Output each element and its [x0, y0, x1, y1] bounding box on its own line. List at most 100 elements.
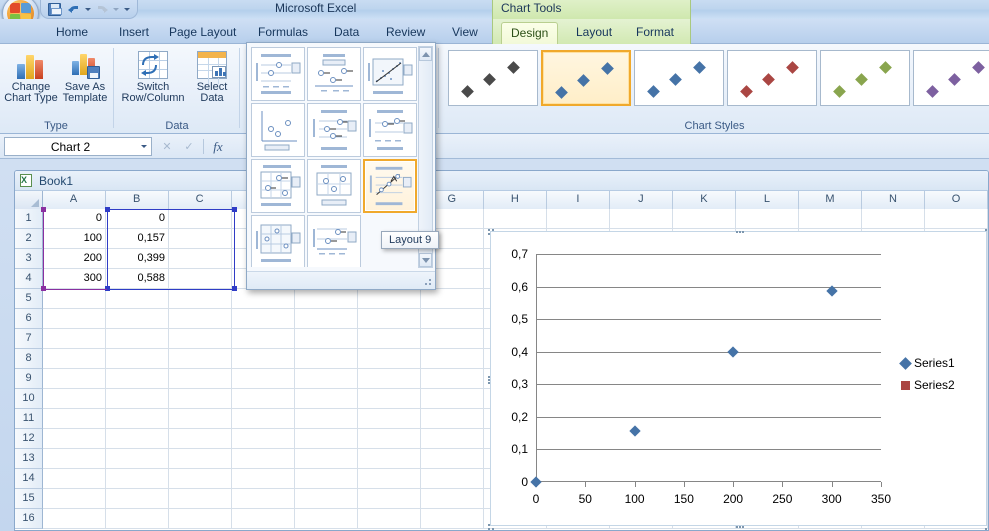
select-all-button[interactable]: [15, 191, 43, 209]
cell-e11[interactable]: [295, 409, 358, 429]
redo-button[interactable]: [93, 1, 110, 17]
row-header-14[interactable]: 14: [15, 469, 43, 489]
cell-e14[interactable]: [295, 469, 358, 489]
chart-style-thumb-1[interactable]: [448, 50, 538, 106]
cell-a7[interactable]: [43, 329, 106, 349]
cell-n1[interactable]: [862, 209, 925, 229]
chart-layout-thumb-7[interactable]: [251, 159, 305, 213]
cell-f15[interactable]: [358, 489, 421, 509]
data-point[interactable]: [628, 425, 641, 437]
cell-a9[interactable]: [43, 369, 106, 389]
cell-b13[interactable]: [106, 449, 169, 469]
cell-a15[interactable]: [43, 489, 106, 509]
cell-a13[interactable]: [43, 449, 106, 469]
cell-a5[interactable]: [43, 289, 106, 309]
cell-b7[interactable]: [106, 329, 169, 349]
tab-data[interactable]: Data: [325, 22, 368, 44]
cell-d7[interactable]: [232, 329, 295, 349]
cell-g15[interactable]: [421, 489, 484, 509]
name-box-dropdown-arrow[interactable]: [136, 145, 151, 148]
cell-d5[interactable]: [232, 289, 295, 309]
cell-f6[interactable]: [358, 309, 421, 329]
cell-d14[interactable]: [232, 469, 295, 489]
save-as-template-button[interactable]: Save As Template: [56, 48, 114, 114]
name-box[interactable]: Chart 2: [4, 137, 152, 156]
cell-d9[interactable]: [232, 369, 295, 389]
cell-e13[interactable]: [295, 449, 358, 469]
cell-d12[interactable]: [232, 429, 295, 449]
save-button[interactable]: [46, 1, 63, 17]
column-header-i[interactable]: I: [546, 191, 610, 209]
column-header-l[interactable]: L: [735, 191, 799, 209]
cell-b5[interactable]: [106, 289, 169, 309]
chart-resize-handle-middle-left[interactable]: [488, 376, 496, 384]
cell-f11[interactable]: [358, 409, 421, 429]
cell-a4[interactable]: 300: [43, 269, 106, 289]
cell-c11[interactable]: [169, 409, 232, 429]
cell-a12[interactable]: [43, 429, 106, 449]
cell-b1[interactable]: 0: [106, 209, 169, 229]
cell-d8[interactable]: [232, 349, 295, 369]
cell-g10[interactable]: [421, 389, 484, 409]
row-header-7[interactable]: 7: [15, 329, 43, 349]
tab-formulas[interactable]: Formulas: [249, 22, 317, 44]
cell-g8[interactable]: [421, 349, 484, 369]
row-header-15[interactable]: 15: [15, 489, 43, 509]
cell-b10[interactable]: [106, 389, 169, 409]
undo-dropdown-arrow[interactable]: [83, 1, 92, 17]
cell-i1[interactable]: [547, 209, 610, 229]
chart-style-thumb-3[interactable]: [634, 50, 724, 106]
cell-h1[interactable]: [484, 209, 547, 229]
cell-b15[interactable]: [106, 489, 169, 509]
cell-g9[interactable]: [421, 369, 484, 389]
cell-b8[interactable]: [106, 349, 169, 369]
cell-c14[interactable]: [169, 469, 232, 489]
cell-j1[interactable]: [610, 209, 673, 229]
cell-f7[interactable]: [358, 329, 421, 349]
enter-formula-button[interactable]: ✓: [178, 140, 200, 153]
cell-b14[interactable]: [106, 469, 169, 489]
tab-view[interactable]: View: [443, 22, 487, 44]
cell-c7[interactable]: [169, 329, 232, 349]
cell-e16[interactable]: [295, 509, 358, 529]
cell-a11[interactable]: [43, 409, 106, 429]
cell-c6[interactable]: [169, 309, 232, 329]
cell-c1[interactable]: [169, 209, 232, 229]
cell-c10[interactable]: [169, 389, 232, 409]
cell-f13[interactable]: [358, 449, 421, 469]
chart-layout-thumb-11[interactable]: [307, 215, 361, 267]
legend-entry-series2[interactable]: Series2: [901, 374, 955, 396]
cell-c4[interactable]: [169, 269, 232, 289]
chart-resize-handle-top-left[interactable]: [488, 229, 496, 236]
chart-layout-thumb-1[interactable]: [251, 47, 305, 101]
cell-f10[interactable]: [358, 389, 421, 409]
cell-b16[interactable]: [106, 509, 169, 529]
tab-layout[interactable]: Layout: [567, 22, 621, 44]
cell-g7[interactable]: [421, 329, 484, 349]
row-header-8[interactable]: 8: [15, 349, 43, 369]
cell-o1[interactable]: [925, 209, 988, 229]
cell-a10[interactable]: [43, 389, 106, 409]
cell-f9[interactable]: [358, 369, 421, 389]
cell-d11[interactable]: [232, 409, 295, 429]
row-header-11[interactable]: 11: [15, 409, 43, 429]
row-header-9[interactable]: 9: [15, 369, 43, 389]
cell-e12[interactable]: [295, 429, 358, 449]
cell-e15[interactable]: [295, 489, 358, 509]
tab-design[interactable]: Design: [501, 22, 559, 44]
cell-g14[interactable]: [421, 469, 484, 489]
cell-b11[interactable]: [106, 409, 169, 429]
cell-a3[interactable]: 200: [43, 249, 106, 269]
cell-e7[interactable]: [295, 329, 358, 349]
data-point[interactable]: [727, 346, 739, 358]
cell-a2[interactable]: 100: [43, 229, 106, 249]
cell-g5[interactable]: [421, 289, 484, 309]
cell-b4[interactable]: 0,588: [106, 269, 169, 289]
cell-c3[interactable]: [169, 249, 232, 269]
cell-g16[interactable]: [421, 509, 484, 529]
cell-c8[interactable]: [169, 349, 232, 369]
gallery-resize-grip[interactable]: [423, 277, 433, 287]
row-header-6[interactable]: 6: [15, 309, 43, 329]
chart-layout-thumb-6[interactable]: [363, 103, 417, 157]
row-header-16[interactable]: 16: [15, 509, 43, 529]
